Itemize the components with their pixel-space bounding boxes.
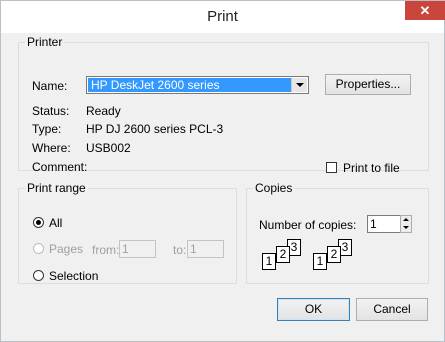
ok-button[interactable]: OK: [277, 298, 350, 321]
where-label: Where:: [32, 141, 71, 155]
radio-selection-label[interactable]: Selection: [49, 269, 98, 283]
copies-spinner[interactable]: [400, 215, 412, 233]
printer-group-legend: Printer: [27, 35, 63, 49]
status-label: Status:: [32, 104, 70, 118]
radio-selection[interactable]: [33, 270, 44, 281]
to-field[interactable]: 1: [187, 240, 224, 258]
to-label: to:: [173, 243, 187, 257]
radio-pages-label[interactable]: Pages: [49, 242, 83, 256]
radio-pages[interactable]: [33, 243, 44, 254]
title-bar: Print ✕: [1, 1, 445, 33]
printer-name-value: HP DeskJet 2600 series: [88, 78, 293, 92]
printer-name-select[interactable]: HP DeskJet 2600 series: [86, 76, 309, 94]
radio-all-label[interactable]: All: [49, 216, 62, 230]
print-dialog: Print ✕ Printer Name: HP DeskJet 2600 se…: [0, 0, 445, 342]
print-range-legend: Print range: [27, 181, 86, 195]
number-of-copies-label: Number of copies:: [259, 218, 357, 232]
copies-group: Copies Number of copies: 1 3 2 1 3 2 1: [246, 181, 429, 284]
dialog-title: Print: [207, 8, 238, 25]
status-value: Ready: [86, 104, 121, 118]
name-label: Name:: [32, 79, 68, 93]
from-field[interactable]: 1: [119, 240, 156, 258]
print-to-file-checkbox[interactable]: [326, 162, 337, 173]
print-range-group: Print range All Pages from: 1 to: 1 Sele…: [18, 181, 237, 284]
chevron-down-icon[interactable]: [291, 78, 307, 92]
printer-group: Printer Name: HP DeskJet 2600 series Pro…: [18, 35, 429, 175]
comment-label: Comment:: [32, 160, 88, 174]
type-value: HP DJ 2600 series PCL-3: [86, 122, 224, 136]
spin-up-icon[interactable]: [403, 218, 409, 221]
properties-button[interactable]: Properties...: [325, 74, 411, 95]
print-to-file-label[interactable]: Print to file: [343, 161, 400, 175]
cancel-button[interactable]: Cancel: [356, 298, 428, 321]
copies-input[interactable]: 1: [367, 215, 401, 233]
spin-down-icon[interactable]: [403, 226, 409, 229]
dialog-body: Printer Name: HP DeskJet 2600 series Pro…: [1, 33, 444, 341]
from-label: from:: [92, 243, 120, 257]
where-value: USB002: [86, 141, 131, 155]
type-label: Type:: [32, 122, 62, 136]
copies-legend: Copies: [255, 181, 293, 195]
close-icon[interactable]: ✕: [405, 1, 445, 20]
radio-all[interactable]: [33, 217, 44, 228]
collate-pages-icon: 3 2 1 3 2 1: [261, 239, 371, 279]
